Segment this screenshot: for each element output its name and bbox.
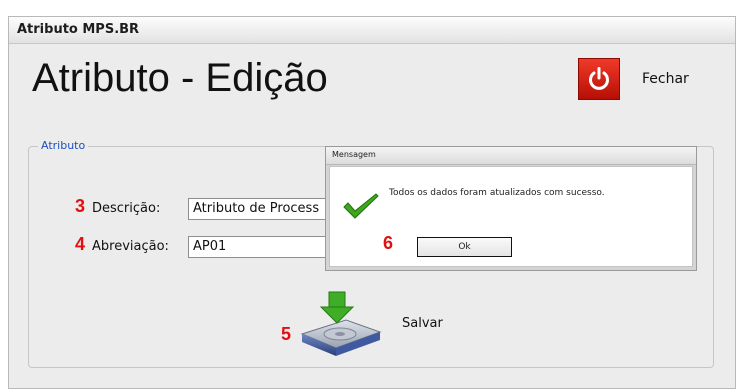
check-icon [343,193,379,219]
step-marker-3: 3 [75,196,86,216]
dialog-message: Todos os dados foram atualizados com suc… [389,188,605,198]
dialog-body: Todos os dados foram atualizados com suc… [329,166,693,267]
step-marker-4: 4 [75,234,86,254]
dialog-title: Mensagem [332,150,376,159]
descricao-label: Descrição: [92,201,161,216]
save-disk-icon [300,291,382,356]
window-titlebar[interactable]: Atributo MPS.BR [9,17,735,44]
save-button[interactable] [296,290,386,358]
save-button-label[interactable]: Salvar [402,316,443,331]
message-dialog: Mensagem Todos os dados foram atualizado… [325,146,697,271]
dialog-titlebar[interactable]: Mensagem [326,147,696,165]
ok-button[interactable]: Ok [417,237,512,257]
close-button-label[interactable]: Fechar [642,71,689,87]
close-button[interactable] [578,58,620,100]
page-title: Atributo - Edição [32,56,328,100]
window-title: Atributo MPS.BR [17,22,140,37]
abreviacao-input[interactable]: AP01 [188,236,328,258]
descricao-input[interactable]: Atributo de Process [188,198,328,220]
atributo-group-legend: Atributo [38,139,89,152]
abreviacao-label: Abreviação: [92,239,169,254]
step-marker-5: 5 [281,324,292,344]
power-icon [589,67,609,90]
step-marker-6: 6 [383,233,394,253]
